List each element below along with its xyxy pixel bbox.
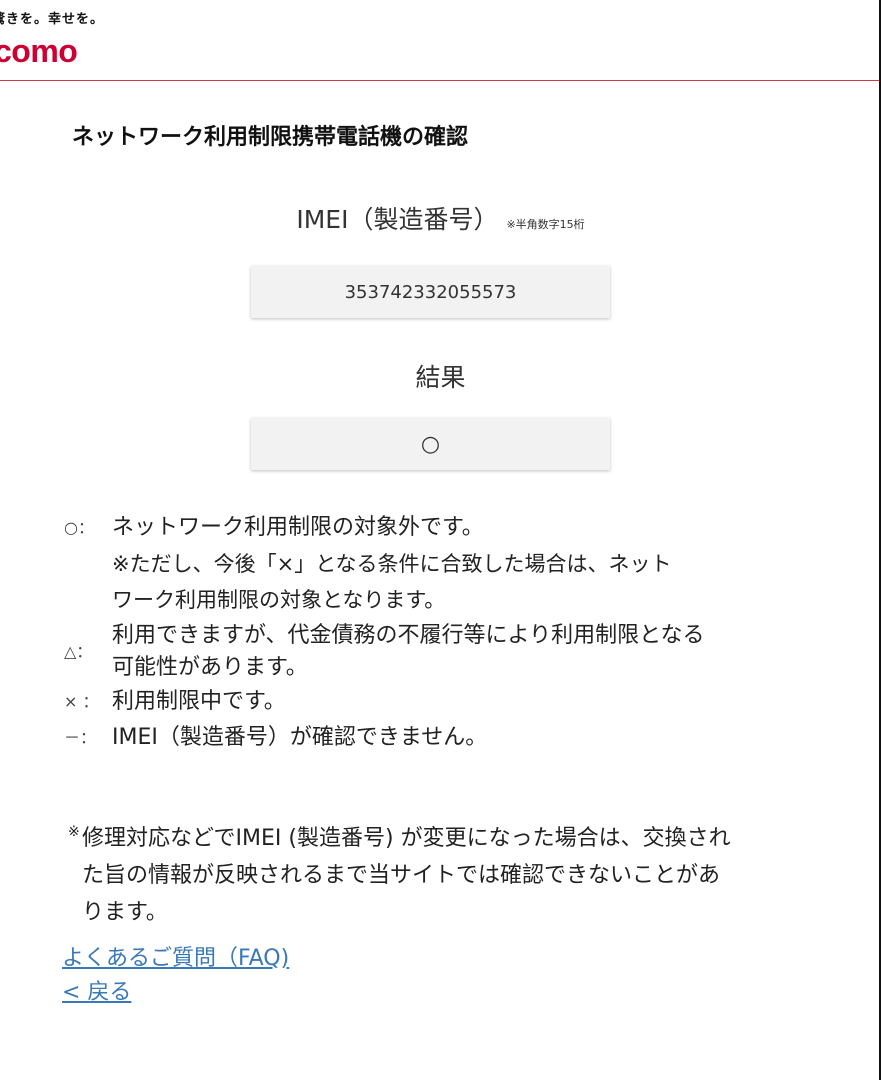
site-header: 驚きを。幸せを。 como xyxy=(0,0,879,81)
faq-link[interactable]: よくあるご質問（FAQ) xyxy=(62,940,289,972)
triangle-symbol-icon: △： xyxy=(64,642,93,661)
legend-item-dash: －： IMEI（製造番号）が確認できません。 xyxy=(64,720,824,756)
legend-dash-text: IMEI（製造番号）が確認できません。 xyxy=(112,725,488,750)
imei-format-note: ※半角数字15桁 xyxy=(506,218,585,231)
legend-triangle-line2: 可能性があります。 xyxy=(112,655,308,680)
circle-symbol-icon: ○： xyxy=(64,518,94,537)
result-value-field: ○ xyxy=(251,418,610,470)
note-line3: ります。 xyxy=(82,900,168,925)
note-line1: 修理対応などでIMEI (製造番号) が変更になった場合は、交換され xyxy=(82,826,731,851)
note-text: 修理対応などでIMEI (製造番号) が変更になった場合は、交換され た旨の情報… xyxy=(82,820,808,931)
legend-triangle-text: 利用できますが、代金債務の不履行等により利用制限となる 可能性があります。 xyxy=(112,620,824,684)
note-mark: ※ xyxy=(68,824,80,840)
imei-change-note: ※ 修理対応などでIMEI (製造番号) が変更になった場合は、交換され た旨の… xyxy=(68,820,808,931)
imei-value-field: 353742332055573 xyxy=(251,266,610,318)
note-line2: た旨の情報が反映されるまで当サイトでは確認できないことがあ xyxy=(82,863,721,888)
result-legend: ○： ネットワーク利用制限の対象外です。 ※ただし、今後「×」となる条件に合致し… xyxy=(64,510,824,756)
imei-value: 353742332055573 xyxy=(344,281,517,303)
legend-triangle-line1: 利用できますが、代金債務の不履行等により利用制限となる xyxy=(112,623,705,648)
legend-cross-text: 利用制限中です。 xyxy=(112,689,286,714)
legend-circle-sub-line1: ※ただし、今後「×」となる条件に合致した場合は、ネット xyxy=(112,552,672,576)
legend-item-circle: ○： ネットワーク利用制限の対象外です。 xyxy=(64,510,824,546)
imei-label: IMEI（製造番号） xyxy=(296,205,499,234)
brand-tagline: 驚きを。幸せを。 xyxy=(0,12,105,27)
result-label: 結果 xyxy=(415,363,466,392)
cross-symbol-icon: × ： xyxy=(64,692,99,711)
legend-circle-text: ネットワーク利用制限の対象外です。 xyxy=(112,515,484,540)
back-link[interactable]: < 戻る xyxy=(62,974,131,1006)
legend-item-cross: × ： 利用制限中です。 xyxy=(64,684,824,720)
page-title: ネットワーク利用制限携帯電話機の確認 xyxy=(72,125,469,150)
result-circle-icon: ○ xyxy=(420,431,441,457)
legend-circle-sub-line2: ワーク利用制限の対象となります。 xyxy=(112,588,446,612)
docomo-logo[interactable]: como xyxy=(0,33,78,70)
imei-label-row: IMEI（製造番号） ※半角数字15桁 xyxy=(0,200,881,236)
dash-symbol-icon: －： xyxy=(64,728,97,747)
legend-item-triangle: △： 利用できますが、代金債務の不履行等により利用制限となる 可能性があります。 xyxy=(64,620,824,684)
